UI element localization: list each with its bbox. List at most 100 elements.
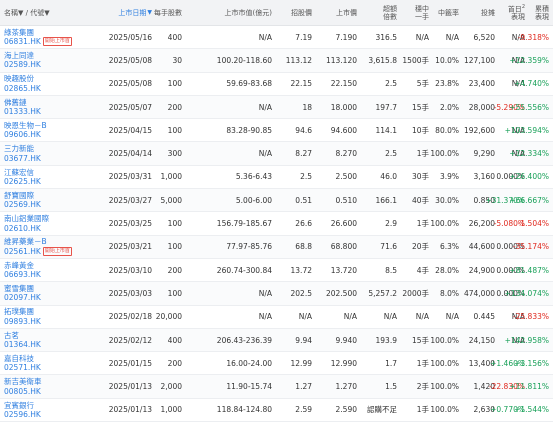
table-row[interactable]: 嘉自科技 02571.HK 2025/01/15 200 16.00-24.00 12.9… bbox=[0, 352, 553, 376]
stock-name-link[interactable]: 佛舊鏈 bbox=[4, 98, 27, 107]
stock-code-text: 02596.HK bbox=[4, 409, 41, 419]
cell-name-code[interactable]: 映趣股份 02865.HK bbox=[4, 73, 92, 95]
stock-name-link[interactable]: 綠茶集團 bbox=[4, 28, 34, 37]
cell-listing-price: N/A bbox=[343, 312, 357, 322]
cell-name-code[interactable]: 宜賓銀行 02596.HK bbox=[4, 399, 92, 421]
cell-offer-price: 202.5 bbox=[290, 288, 312, 298]
stock-name-link[interactable]: 新吉美衛車 bbox=[4, 377, 42, 386]
header-listing-price[interactable]: 上市價 bbox=[312, 0, 357, 26]
cell-name-code[interactable]: 綠茶集團 06831.HK 開始上市首 bbox=[4, 26, 92, 48]
header-listing-date[interactable]: 上市日期 ▼ bbox=[92, 0, 152, 26]
table-row[interactable]: 江蘇宏信 02625.HK 2025/03/31 1,000 5.36-6.43 2.5 2… bbox=[0, 166, 553, 190]
cell-listing-date: 2025/01/13 bbox=[108, 382, 152, 392]
cell-guaranteed-lot: N/A bbox=[415, 32, 429, 42]
cell-name-code[interactable]: 映恩生物－B 09606.HK bbox=[4, 119, 92, 141]
stock-name-link[interactable]: 拓璞集團 bbox=[4, 307, 34, 316]
cell-name-code[interactable]: 新吉美衛車 00805.HK bbox=[4, 375, 92, 397]
stock-name-link[interactable]: 古茗 bbox=[4, 331, 19, 340]
cell-oversubscription: 5,257.2 bbox=[368, 288, 397, 298]
stock-name-link[interactable]: 維昇藥業－B bbox=[4, 237, 47, 246]
table-row[interactable]: 映趣股份 02865.HK 2025/05/08 100 59.69-83.68 22.1… bbox=[0, 73, 553, 96]
cell-offer-price: 2.59 bbox=[295, 405, 312, 415]
table-row[interactable]: 映恩生物－B 09606.HK 2025/04/15 100 83.28-90.85 94… bbox=[0, 119, 553, 143]
stock-name-link[interactable]: 映恩生物－B bbox=[4, 121, 47, 130]
table-row[interactable]: 蜜雪集團 02097.HK 2025/03/03 100 N/A 202.5 202.500… bbox=[0, 282, 553, 306]
header-oversubscription[interactable]: 超額 倍數 bbox=[357, 0, 397, 26]
stock-code-link[interactable]: 03677.HK bbox=[4, 154, 41, 163]
header-market-cap[interactable]: 上市市值(億元) bbox=[182, 0, 272, 26]
stock-name-link[interactable]: 舒寶國際 bbox=[4, 191, 34, 200]
table-row[interactable]: 古茗 01364.HK 2025/02/12 400 206.43-236.39 9.94… bbox=[0, 328, 553, 353]
cell-listing-price: 202.500 bbox=[325, 288, 357, 298]
cell-lot-size: 20,000 bbox=[155, 312, 182, 322]
stock-code-link[interactable]: 01364.HK bbox=[4, 340, 41, 349]
cell-name-code[interactable]: 嘉自科技 02571.HK bbox=[4, 352, 92, 374]
table-row[interactable]: 海上同達 02589.HK 2025/05/08 30 100.20-118.60 113… bbox=[0, 49, 553, 73]
table-row[interactable]: 赤峰黃金 06693.HK 2025/03/10 200 260.74-300.84 13… bbox=[0, 259, 553, 283]
cell-name-code[interactable]: 拓璞集團 09893.HK bbox=[4, 306, 92, 328]
header-investment[interactable]: 投摊 bbox=[459, 0, 495, 26]
stock-code-link[interactable]: 02571.HK bbox=[4, 363, 41, 372]
stock-code-link[interactable]: 09606.HK bbox=[4, 130, 41, 139]
table-row[interactable]: 維昇藥業－B 02561.HK 開始上市首 2025/03/21 100 77.97-85… bbox=[0, 235, 553, 259]
header-name-code[interactable]: 名稱▼ / 代號▼ bbox=[4, 0, 92, 26]
stock-code-link[interactable]: 02625.HK bbox=[4, 177, 41, 186]
stock-name-link[interactable]: 映趣股份 bbox=[4, 74, 34, 83]
header-offer-price[interactable]: 招股價 bbox=[272, 0, 312, 26]
stock-code-link[interactable]: 06831.HK 開始上市首 bbox=[4, 37, 72, 47]
stock-code-link[interactable]: 06693.HK bbox=[4, 270, 41, 279]
header-win-rate[interactable]: 中籤率 bbox=[429, 0, 459, 26]
stock-code-link[interactable]: 02569.HK bbox=[4, 200, 41, 209]
stock-name-link[interactable]: 海上同達 bbox=[4, 51, 34, 60]
cell-investment: 24,150 bbox=[468, 335, 495, 345]
table-row[interactable]: 佛舊鏈 01333.HK 2025/05/07 200 N/A 18 18.000 197.7… bbox=[0, 95, 553, 120]
header-first-day[interactable]: 首日2 表現 bbox=[495, 0, 525, 26]
stock-code-link[interactable]: 02589.HK bbox=[4, 60, 41, 69]
table-row[interactable]: 舒寶國際 02569.HK 2025/03/27 5,000 5.00-6.00 0.51… bbox=[0, 189, 553, 213]
header-cumulative[interactable]: 累積 表現 bbox=[525, 0, 549, 26]
stock-code-link[interactable]: 02865.HK bbox=[4, 84, 41, 93]
table-row[interactable]: 新吉美衛車 00805.HK 2025/01/13 2,000 11.90-15.74 1… bbox=[0, 375, 553, 399]
stock-code-link[interactable]: 02097.HK bbox=[4, 293, 41, 302]
stock-code-link[interactable]: 02610.HK bbox=[4, 224, 41, 233]
cell-lot-size: 2,000 bbox=[160, 382, 182, 392]
cell-name-code[interactable]: 海上同達 02589.HK bbox=[4, 49, 92, 71]
cell-name-code[interactable]: 三力新能 03677.HK bbox=[4, 142, 92, 164]
cell-investment: 3,160 bbox=[473, 172, 495, 182]
stock-name-link[interactable]: 江蘇宏信 bbox=[4, 168, 34, 177]
table-row[interactable]: 宜賓銀行 02596.HK 2025/01/13 1,000 118.84-124.80… bbox=[0, 399, 553, 423]
stock-name-link[interactable]: 蜜雪集團 bbox=[4, 284, 34, 293]
stock-name-link[interactable]: 嘉自科技 bbox=[4, 354, 34, 363]
stock-code-link[interactable]: 01333.HK bbox=[4, 107, 41, 116]
stock-code-link[interactable]: 00805.HK bbox=[4, 387, 41, 396]
cell-name-code[interactable]: 舒寶國際 02569.HK bbox=[4, 189, 92, 211]
cell-name-code[interactable]: 南山鋁業國際 02610.HK bbox=[4, 212, 92, 234]
header-lot-size[interactable]: 每手股數 bbox=[152, 0, 182, 26]
table-row[interactable]: 三力新能 03677.HK 2025/04/14 300 N/A 8.27 8.270 2.5… bbox=[0, 142, 553, 166]
cell-name-code[interactable]: 江蘇宏信 02625.HK bbox=[4, 166, 92, 188]
stock-name-link[interactable]: 宜賓銀行 bbox=[4, 401, 34, 410]
cell-name-code[interactable]: 古茗 01364.HK bbox=[4, 329, 92, 351]
stock-code-link[interactable]: 02596.HK bbox=[4, 410, 41, 419]
stock-name-link[interactable]: 南山鋁業國際 bbox=[4, 214, 49, 223]
cell-oversubscription: 316.5 bbox=[375, 32, 397, 42]
header-guaranteed-lot[interactable]: 穩中 一手 bbox=[397, 0, 429, 26]
stock-code-link[interactable]: 02561.HK 開始上市首 bbox=[4, 247, 72, 256]
cell-name-code[interactable]: 佛舊鏈 01333.HK bbox=[4, 96, 92, 118]
stock-name-link[interactable]: 赤峰黃金 bbox=[4, 261, 34, 270]
cell-oversubscription: 1.5 bbox=[385, 382, 397, 392]
stock-code-link[interactable]: 09893.HK bbox=[4, 317, 41, 326]
cell-investment: 192,600 bbox=[463, 125, 495, 135]
table-row[interactable]: 南山鋁業國際 02610.HK 2025/03/25 100 156.79-185.67… bbox=[0, 212, 553, 236]
table-row[interactable]: 拓璞集團 09893.HK 2025/02/18 20,000 N/A N/A N/A N/A… bbox=[0, 306, 553, 329]
cell-name-code[interactable]: 蜜雪集團 02097.HK bbox=[4, 282, 92, 304]
cell-name-code[interactable]: 維昇藥業－B 02561.HK 開始上市首 bbox=[4, 236, 92, 258]
stock-name-link[interactable]: 三力新能 bbox=[4, 144, 34, 153]
table-row[interactable]: 綠茶集團 06831.HK 開始上市首 2025/05/16 400 N/A 7.19 7.1… bbox=[0, 26, 553, 50]
cell-guaranteed-lot: 10手 bbox=[411, 125, 429, 135]
cell-guaranteed-lot: 2手 bbox=[416, 382, 429, 392]
stock-code-text: 02610.HK bbox=[4, 223, 41, 233]
cell-name-code[interactable]: 赤峰黃金 06693.HK bbox=[4, 259, 92, 281]
ipo-table: 名稱▼ / 代號▼ 上市日期 ▼ 每手股數 上市市值(億元) 招股價 上市價 超額… bbox=[0, 0, 553, 423]
cell-listing-price: 7.190 bbox=[335, 32, 357, 42]
